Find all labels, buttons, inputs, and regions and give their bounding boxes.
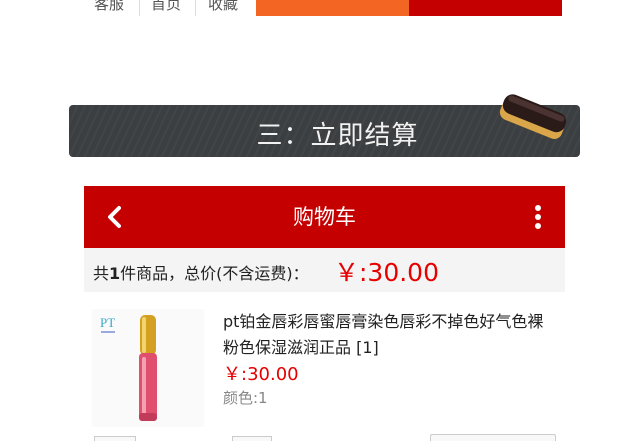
- total-price: ￥:30.00: [334, 258, 439, 287]
- product-price: ￥:30.00: [223, 364, 299, 385]
- customer-service-link[interactable]: 客服: [94, 0, 124, 15]
- item-count: 1: [109, 264, 121, 283]
- summary-text: 共1件商品，总价(不含运费)：: [93, 260, 309, 284]
- buy-now-button[interactable]: [409, 0, 562, 16]
- cart-header: 购物车: [84, 186, 565, 248]
- delete-button[interactable]: [430, 434, 556, 441]
- more-menu-icon[interactable]: [531, 204, 545, 230]
- section-banner: 三：立即结算: [69, 94, 580, 157]
- top-action-bar: 客服 首页 收藏: [84, 0, 564, 16]
- eraser-icon: [499, 94, 567, 140]
- divider: [195, 0, 196, 16]
- summary-suffix: 件商品，总价(不含运费)：: [120, 264, 309, 283]
- quantity-input[interactable]: [135, 436, 233, 441]
- cart-item[interactable]: PT pt铂金唇彩唇蜜唇膏染色唇彩不掉色好气色裸粉色保湿滋润正品 [1] ￥:3…: [84, 305, 565, 427]
- favorite-link[interactable]: 收藏: [208, 0, 238, 15]
- brand-logo: PT: [100, 315, 115, 330]
- home-link[interactable]: 首页: [151, 0, 181, 15]
- quantity-stepper[interactable]: [94, 436, 272, 441]
- page: 客服 首页 收藏 三：立即结算 购物车 共1件商品，总价(不含运费)： ￥:30…: [0, 0, 640, 441]
- product-attribute: 颜色:1: [223, 389, 268, 407]
- cart-summary: 共1件商品，总价(不含运费)： ￥:30.00: [84, 248, 565, 292]
- add-to-cart-button[interactable]: [256, 0, 409, 16]
- product-thumbnail[interactable]: PT: [92, 309, 204, 427]
- product-name[interactable]: pt铂金唇彩唇蜜唇膏染色唇彩不掉色好气色裸粉色保湿滋润正品 [1]: [223, 309, 558, 361]
- page-title: 购物车: [293, 205, 356, 229]
- summary-prefix: 共: [93, 264, 110, 283]
- divider: [139, 0, 140, 16]
